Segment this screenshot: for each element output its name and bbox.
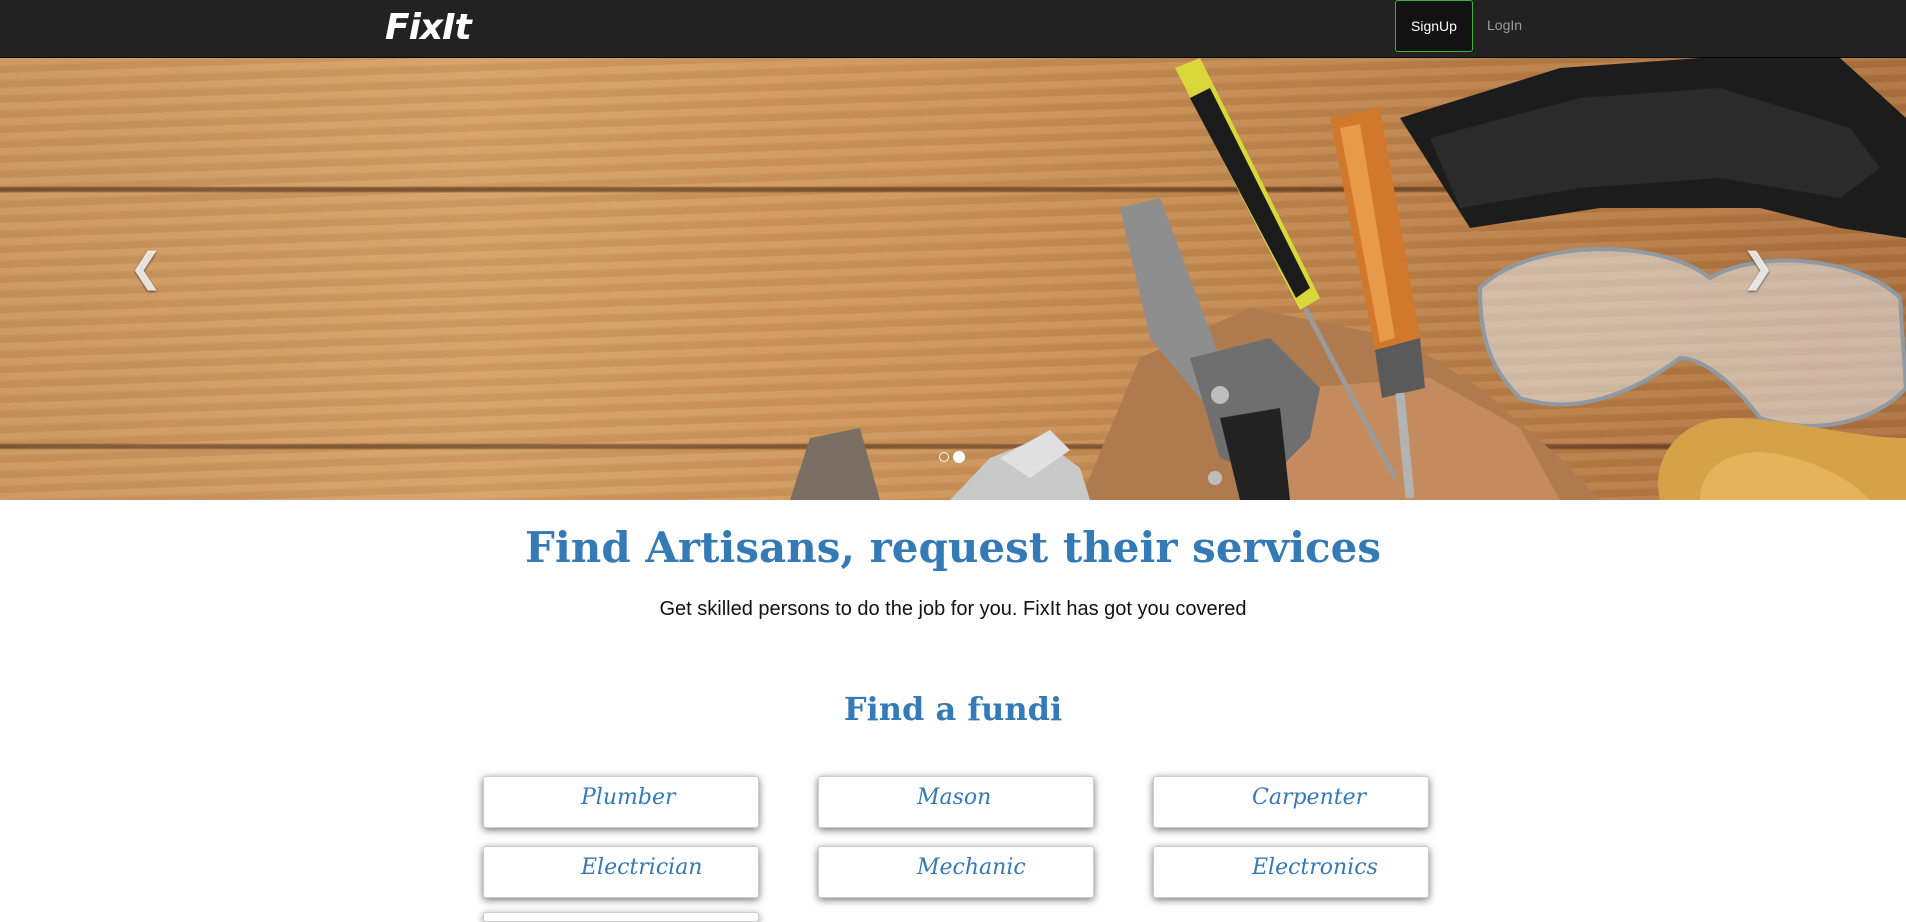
fundi-card-mechanic[interactable]: Mechanic (818, 846, 1094, 898)
tools-image (790, 58, 1906, 500)
hero-carousel: ❮ ❯ (0, 58, 1906, 500)
fundi-card-label: Mechanic (917, 855, 1026, 880)
find-fundi-title: Find a fundi (843, 690, 1063, 728)
carousel-indicator-1[interactable] (939, 452, 949, 462)
fundi-card-label: Electronics (1252, 855, 1378, 880)
signup-button[interactable]: SignUp (1395, 0, 1473, 52)
carousel-prev-button[interactable]: ❮ (116, 238, 176, 298)
hero-subtitle: Get skilled persons to do the job for yo… (659, 598, 1247, 620)
fundi-card-label: Plumber (581, 785, 676, 810)
fundi-card-mason[interactable]: Mason (818, 776, 1094, 828)
carousel-indicators (939, 451, 965, 463)
fundi-card-electronics[interactable]: Electronics (1153, 846, 1429, 898)
chevron-right-icon: ❯ (1741, 246, 1775, 290)
fundi-card-label: Electrician (581, 855, 703, 880)
carousel-indicator-2[interactable] (953, 451, 965, 463)
carousel-next-button[interactable]: ❯ (1728, 238, 1788, 298)
fundi-card-plumber[interactable]: Plumber (483, 776, 759, 828)
login-link[interactable]: LogIn (1487, 15, 1522, 35)
fundi-card-label: Carpenter (1252, 785, 1367, 810)
hero-title: Find Artisans, request their services (525, 523, 1381, 572)
chevron-left-icon: ❮ (129, 246, 163, 290)
brand-logo[interactable]: FixIt (385, 6, 472, 50)
fundi-card-carpenter[interactable]: Carpenter (1153, 776, 1429, 828)
fundi-card-label: Mason (917, 785, 992, 810)
fundi-card-electrician[interactable]: Electrician (483, 846, 759, 898)
top-navbar: FixIt SignUp LogIn (0, 0, 1906, 58)
fundi-card-partial[interactable] (483, 912, 759, 922)
